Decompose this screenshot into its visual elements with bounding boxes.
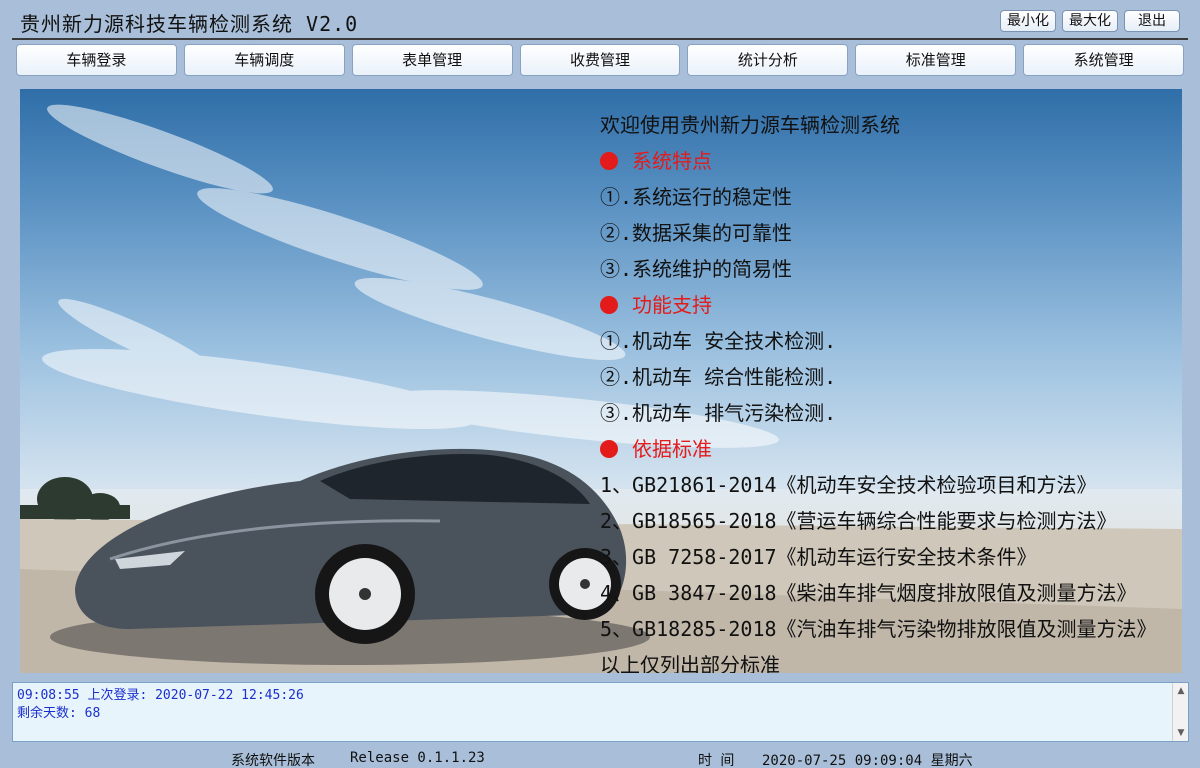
red-dot-icon — [600, 440, 618, 458]
function-item: ①.机动车 安全技术检测. — [600, 329, 837, 353]
menu-statistics[interactable]: 统计分析 — [687, 44, 849, 76]
section-standards-label: 依据标准 — [632, 437, 712, 461]
main-menu: 车辆登录 车辆调度 表单管理 收费管理 统计分析 标准管理 系统管理 — [16, 44, 1185, 76]
menu-vehicle-login[interactable]: 车辆登录 — [16, 44, 177, 76]
section-features: 系统特点 — [600, 145, 1180, 181]
menu-fee-management[interactable]: 收费管理 — [519, 44, 681, 76]
menu-system-management[interactable]: 系统管理 — [1023, 44, 1185, 76]
exit-button[interactable]: 退出 — [1124, 10, 1180, 32]
log-scrollbar[interactable]: ▲ ▼ — [1172, 683, 1188, 741]
scroll-up-icon[interactable]: ▲ — [1173, 683, 1189, 699]
log-line: 09:08:55 上次登录: 2020-07-22 12:45:26 — [17, 688, 304, 703]
feature-item: ②.数据采集的可靠性 — [600, 221, 793, 245]
time-value: 2020-07-25 09:09:04 星期六 — [762, 753, 973, 768]
menu-vehicle-dispatch[interactable]: 车辆调度 — [183, 44, 345, 76]
scroll-down-icon[interactable]: ▼ — [1173, 725, 1189, 741]
time-label: 时 间 — [698, 753, 735, 768]
section-functions: 功能支持 — [600, 289, 1180, 325]
welcome-heading: 欢迎使用贵州新力源车辆检测系统 — [600, 113, 900, 137]
log-panel[interactable]: 09:08:55 上次登录: 2020-07-22 12:45:26 剩余天数:… — [12, 682, 1189, 742]
log-text: 09:08:55 上次登录: 2020-07-22 12:45:26 剩余天数:… — [17, 687, 304, 723]
function-item: ③.机动车 排气污染检测. — [600, 401, 837, 425]
standard-item: 3、GB 7258-2017《机动车运行安全技术条件》 — [600, 545, 1037, 569]
red-dot-icon — [600, 296, 618, 314]
title-divider — [12, 38, 1188, 40]
intro-text-panel: 欢迎使用贵州新力源车辆检测系统 系统特点 ①.系统运行的稳定性 ②.数据采集的可… — [600, 109, 1180, 673]
standard-item: 5、GB18285-2018《汽油车排气污染物排放限值及测量方法》 — [600, 617, 1157, 641]
standard-note: 以上仅列出部分标准 — [600, 653, 780, 673]
section-features-label: 系统特点 — [632, 149, 712, 173]
red-dot-icon — [600, 152, 618, 170]
version-value: Release 0.1.1.23 — [350, 750, 485, 766]
feature-item: ①.系统运行的稳定性 — [600, 185, 793, 209]
section-standards: 依据标准 — [600, 433, 1180, 469]
minimize-button[interactable]: 最小化 — [1000, 10, 1056, 32]
maximize-button[interactable]: 最大化 — [1062, 10, 1118, 32]
section-functions-label: 功能支持 — [632, 293, 712, 317]
menu-form-management[interactable]: 表单管理 — [351, 44, 513, 76]
window-title: 贵州新力源科技车辆检测系统 V2.0 — [20, 12, 359, 36]
log-line: 剩余天数: 68 — [17, 706, 101, 721]
standard-item: 4、GB 3847-2018《柴油车排气烟度排放限值及测量方法》 — [600, 581, 1137, 605]
feature-item: ③.系统维护的简易性 — [600, 257, 793, 281]
menu-standard-management[interactable]: 标准管理 — [855, 44, 1017, 76]
window-controls: 最小化 最大化 退出 — [1000, 10, 1180, 32]
standard-item: 1、GB21861-2014《机动车安全技术检验项目和方法》 — [600, 473, 1097, 497]
welcome-banner: 欢迎使用贵州新力源车辆检测系统 系统特点 ①.系统运行的稳定性 ②.数据采集的可… — [20, 89, 1182, 673]
function-item: ②.机动车 综合性能检测. — [600, 365, 837, 389]
standard-item: 2、GB18565-2018《营运车辆综合性能要求与检测方法》 — [600, 509, 1117, 533]
version-label: 系统软件版本 — [231, 753, 315, 768]
